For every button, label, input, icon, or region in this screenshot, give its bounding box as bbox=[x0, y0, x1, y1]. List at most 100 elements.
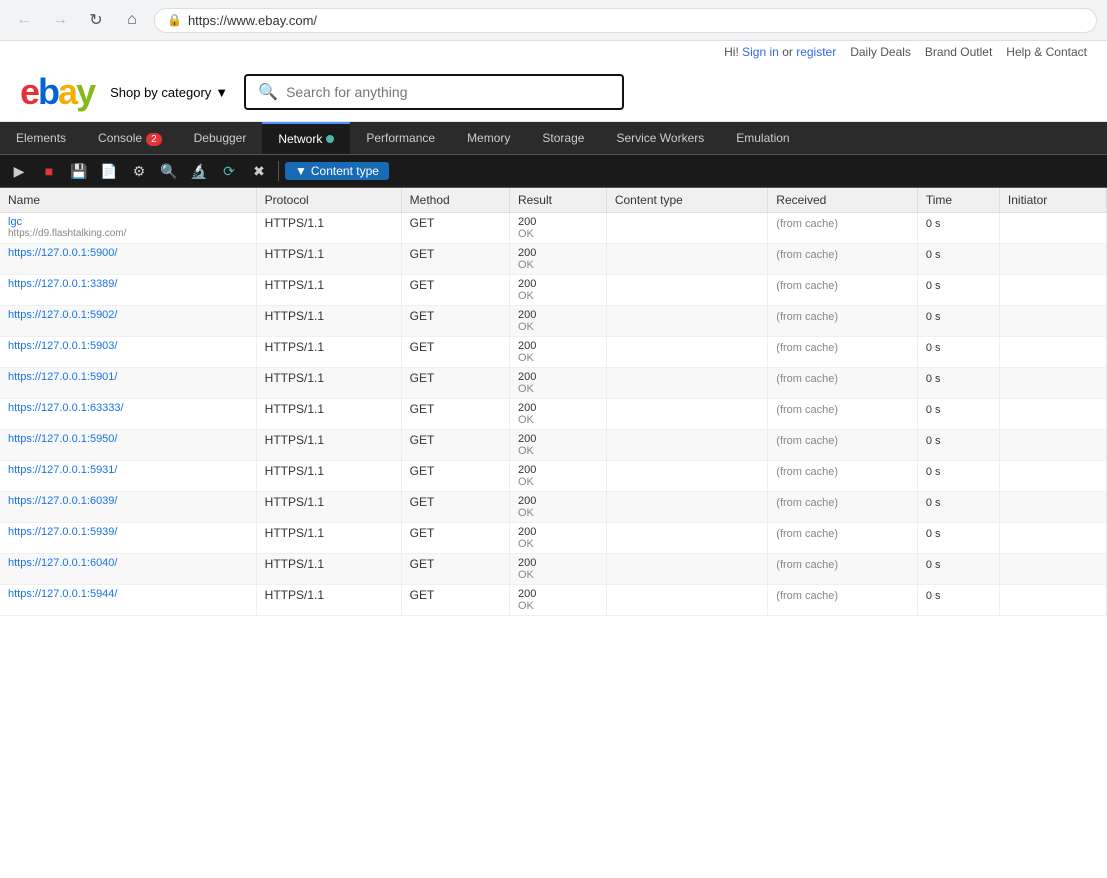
address-bar[interactable]: 🔒 bbox=[154, 8, 1097, 33]
devtools-toolbar: ▶ ■ 💾 📄 ⚙ 🔍 🔬 ⟳ ✖ ▼ Content type bbox=[0, 155, 1107, 188]
table-row[interactable]: https://127.0.0.1:5950/HTTPS/1.1GET200OK… bbox=[0, 430, 1107, 461]
filter-button[interactable]: 🔬 bbox=[186, 158, 212, 184]
received-value: (from cache) bbox=[776, 528, 838, 540]
column-header-name[interactable]: Name bbox=[0, 188, 256, 213]
save-har-button[interactable]: 💾 bbox=[66, 158, 92, 184]
ebay-logo: ebay bbox=[20, 71, 94, 113]
cell-initiator bbox=[999, 306, 1106, 337]
column-header-content-type[interactable]: Content type bbox=[606, 188, 767, 213]
tab-label: Service Workers bbox=[616, 131, 704, 145]
table-row[interactable]: https://127.0.0.1:5900/HTTPS/1.1GET200OK… bbox=[0, 244, 1107, 275]
tab-recording-dot bbox=[326, 135, 334, 143]
cell-time: 0 s bbox=[917, 337, 999, 368]
devtools-tab-service-workers[interactable]: Service Workers bbox=[600, 122, 720, 154]
devtools-tab-emulation[interactable]: Emulation bbox=[720, 122, 805, 154]
cell-method: GET bbox=[401, 244, 509, 275]
column-header-method[interactable]: Method bbox=[401, 188, 509, 213]
table-row[interactable]: https://127.0.0.1:6039/HTTPS/1.1GET200OK… bbox=[0, 492, 1107, 523]
shop-by-category-button[interactable]: Shop by category ▼ bbox=[110, 85, 228, 100]
devtools-tab-memory[interactable]: Memory bbox=[451, 122, 526, 154]
cell-time: 0 s bbox=[917, 492, 999, 523]
persist-logs-button[interactable]: ⟳ bbox=[216, 158, 242, 184]
forward-button[interactable]: → bbox=[46, 6, 74, 34]
cell-received: (from cache) bbox=[768, 492, 918, 523]
search-bar[interactable]: 🔍 bbox=[244, 74, 624, 110]
table-row[interactable]: https://127.0.0.1:3389/HTTPS/1.1GET200OK… bbox=[0, 275, 1107, 306]
blocked-button[interactable]: ✖ bbox=[246, 158, 272, 184]
reload-button[interactable]: ↻ bbox=[82, 6, 110, 34]
column-header-time[interactable]: Time bbox=[917, 188, 999, 213]
cell-time: 0 s bbox=[917, 368, 999, 399]
settings-button[interactable]: ⚙ bbox=[126, 158, 152, 184]
table-row[interactable]: https://127.0.0.1:63333/HTTPS/1.1GET200O… bbox=[0, 399, 1107, 430]
result-code: 200 bbox=[518, 371, 598, 383]
brand-outlet-link[interactable]: Brand Outlet bbox=[925, 45, 992, 59]
cell-initiator bbox=[999, 368, 1106, 399]
play-button[interactable]: ▶ bbox=[6, 158, 32, 184]
cell-content-type bbox=[606, 554, 767, 585]
request-name: https://127.0.0.1:5931/ bbox=[8, 464, 248, 476]
devtools-tab-storage[interactable]: Storage bbox=[526, 122, 600, 154]
table-row[interactable]: https://127.0.0.1:6040/HTTPS/1.1GET200OK… bbox=[0, 554, 1107, 585]
cell-protocol: HTTPS/1.1 bbox=[256, 554, 401, 585]
help-contact-link[interactable]: Help & Contact bbox=[1006, 45, 1087, 59]
cell-method: GET bbox=[401, 399, 509, 430]
url-input[interactable] bbox=[188, 13, 1084, 28]
time-value: 0 s bbox=[926, 559, 941, 571]
cell-initiator bbox=[999, 523, 1106, 554]
received-value: (from cache) bbox=[776, 342, 838, 354]
search-input[interactable] bbox=[286, 84, 610, 100]
cell-received: (from cache) bbox=[768, 244, 918, 275]
tab-label: Memory bbox=[467, 131, 510, 145]
result-status: OK bbox=[518, 290, 598, 302]
request-name: https://127.0.0.1:5939/ bbox=[8, 526, 248, 538]
cell-result: 200OK bbox=[509, 585, 606, 616]
cell-received: (from cache) bbox=[768, 585, 918, 616]
back-button[interactable]: ← bbox=[10, 6, 38, 34]
sign-in-link[interactable]: Sign in bbox=[742, 45, 779, 59]
devtools-tab-elements[interactable]: Elements bbox=[0, 122, 82, 154]
time-value: 0 s bbox=[926, 466, 941, 478]
home-button[interactable]: ⌂ bbox=[118, 6, 146, 34]
result-code: 200 bbox=[518, 216, 598, 228]
content-type-filter[interactable]: ▼ Content type bbox=[285, 162, 389, 180]
daily-deals-link[interactable]: Daily Deals bbox=[850, 45, 911, 59]
table-row[interactable]: https://127.0.0.1:5901/HTTPS/1.1GET200OK… bbox=[0, 368, 1107, 399]
cell-initiator bbox=[999, 461, 1106, 492]
search-icon: 🔍 bbox=[258, 82, 278, 102]
stop-button[interactable]: ■ bbox=[36, 158, 62, 184]
devtools-tab-performance[interactable]: Performance bbox=[350, 122, 451, 154]
cell-name: https://127.0.0.1:5944/ bbox=[0, 585, 256, 616]
table-row[interactable]: lgchttps://d9.flashtalking.com/HTTPS/1.1… bbox=[0, 213, 1107, 244]
table-row[interactable]: https://127.0.0.1:5944/HTTPS/1.1GET200OK… bbox=[0, 585, 1107, 616]
cell-time: 0 s bbox=[917, 399, 999, 430]
search-button[interactable]: 🔍 bbox=[156, 158, 182, 184]
column-header-initiator[interactable]: Initiator bbox=[999, 188, 1106, 213]
browser-nav: ← → ↻ ⌂ 🔒 bbox=[0, 0, 1107, 40]
table-row[interactable]: https://127.0.0.1:5902/HTTPS/1.1GET200OK… bbox=[0, 306, 1107, 337]
cell-content-type bbox=[606, 275, 767, 306]
table-row[interactable]: https://127.0.0.1:5903/HTTPS/1.1GET200OK… bbox=[0, 337, 1107, 368]
cell-method: GET bbox=[401, 461, 509, 492]
devtools-tab-console[interactable]: Console2 bbox=[82, 122, 178, 154]
column-header-result[interactable]: Result bbox=[509, 188, 606, 213]
devtools-tab-debugger[interactable]: Debugger bbox=[178, 122, 263, 154]
column-header-received[interactable]: Received bbox=[768, 188, 918, 213]
cell-initiator bbox=[999, 585, 1106, 616]
cell-protocol: HTTPS/1.1 bbox=[256, 213, 401, 244]
table-row[interactable]: https://127.0.0.1:5939/HTTPS/1.1GET200OK… bbox=[0, 523, 1107, 554]
cell-result: 200OK bbox=[509, 306, 606, 337]
tab-label: Emulation bbox=[736, 131, 789, 145]
cell-name: https://127.0.0.1:5900/ bbox=[0, 244, 256, 275]
cell-method: GET bbox=[401, 554, 509, 585]
devtools-tab-network[interactable]: Network bbox=[262, 122, 350, 154]
request-name: https://127.0.0.1:6040/ bbox=[8, 557, 248, 569]
register-link[interactable]: register bbox=[796, 45, 836, 59]
result-status: OK bbox=[518, 538, 598, 550]
cell-protocol: HTTPS/1.1 bbox=[256, 368, 401, 399]
column-header-protocol[interactable]: Protocol bbox=[256, 188, 401, 213]
table-row[interactable]: https://127.0.0.1:5931/HTTPS/1.1GET200OK… bbox=[0, 461, 1107, 492]
request-url: https://d9.flashtalking.com/ bbox=[8, 228, 248, 239]
import-har-button[interactable]: 📄 bbox=[96, 158, 122, 184]
cell-result: 200OK bbox=[509, 430, 606, 461]
